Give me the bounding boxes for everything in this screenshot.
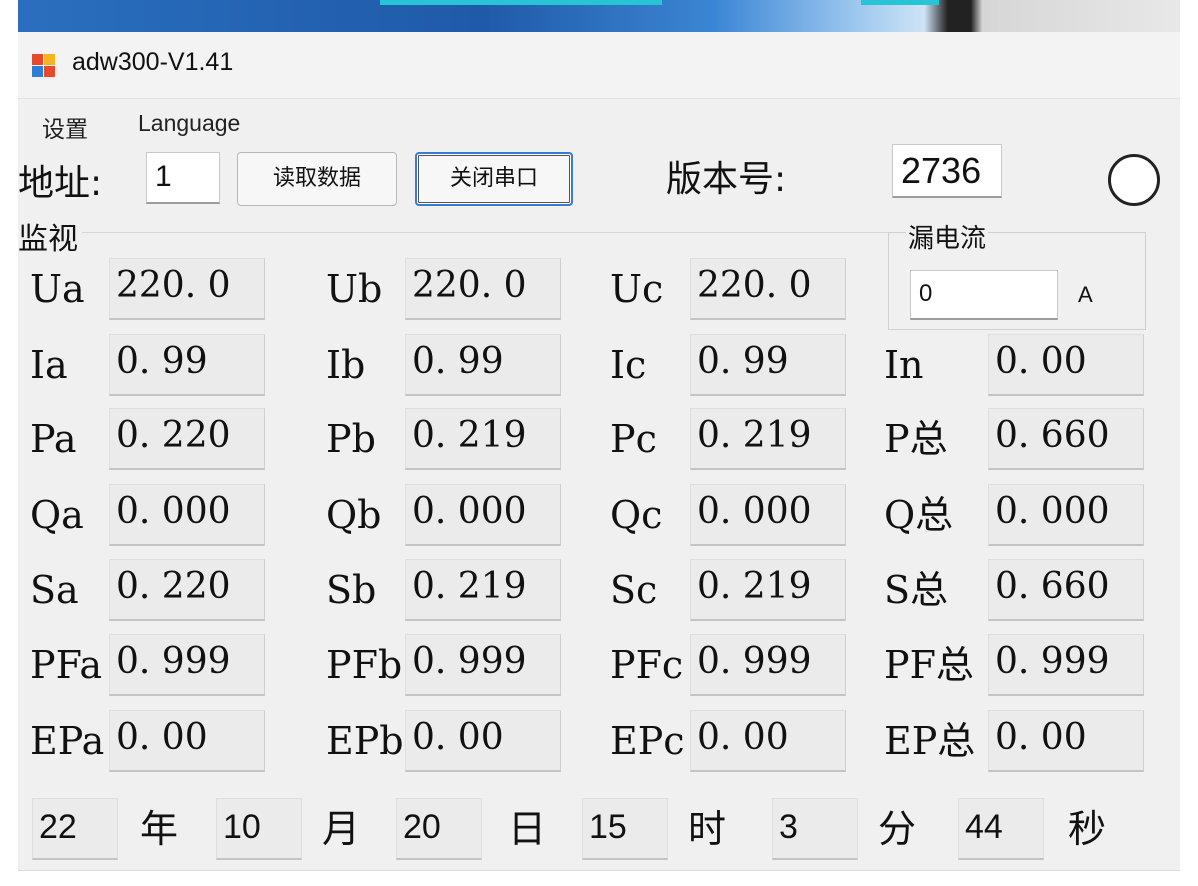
metric-value-field[interactable]: 0. 219 — [690, 559, 846, 621]
taskbar-highlight — [861, 0, 939, 5]
version-field: 2736 — [892, 144, 1002, 198]
metric-value-field[interactable]: 0. 000 — [988, 484, 1144, 546]
metric-value-field[interactable]: 0. 00 — [109, 710, 265, 772]
metric-value-field[interactable]: 220. 0 — [109, 258, 265, 320]
window-title: adw300-V1.41 — [72, 48, 234, 76]
metric-label: Ua — [30, 267, 85, 311]
version-label: 版本号: — [666, 159, 787, 200]
metric-label: EPc — [610, 719, 685, 763]
metric-value-field[interactable]: 0. 000 — [405, 484, 561, 546]
metric-value-field[interactable]: 0. 660 — [988, 559, 1144, 621]
datetime-field[interactable]: 3 — [772, 798, 858, 860]
metric-label: PF总 — [884, 643, 974, 687]
datetime-field[interactable]: 22 — [32, 798, 118, 860]
datetime-unit-label: 秒 — [1068, 807, 1107, 851]
datetime-field[interactable]: 15 — [582, 798, 668, 860]
metric-value-field[interactable]: 220. 0 — [405, 258, 561, 320]
metric-label: Qc — [610, 493, 663, 537]
metric-value-field[interactable]: 0. 999 — [405, 634, 561, 696]
metric-label: Ic — [610, 343, 647, 387]
taskbar-strip — [18, 0, 1180, 32]
metric-label: Qb — [326, 493, 382, 537]
menu-settings[interactable]: 设置 — [42, 110, 88, 144]
metric-value-field[interactable]: 0. 219 — [405, 559, 561, 621]
metric-value-field[interactable]: 0. 99 — [690, 334, 846, 396]
metric-value-field[interactable]: 0. 999 — [690, 634, 846, 696]
metric-label: Ib — [326, 343, 366, 387]
metric-label: Pc — [610, 417, 657, 461]
leakage-unit: A — [1078, 282, 1093, 307]
monitor-group-title: 监视 — [18, 214, 82, 258]
metric-label: PFb — [326, 643, 403, 687]
metric-value-field[interactable]: 0. 220 — [109, 408, 265, 470]
monitor-group-border — [18, 232, 892, 233]
metric-value-field[interactable]: 0. 219 — [405, 408, 561, 470]
metric-label: EP总 — [884, 719, 976, 763]
leakage-input[interactable]: 0 — [910, 270, 1058, 320]
status-indicator — [1108, 154, 1160, 206]
read-data-button[interactable]: 读取数据 — [237, 152, 397, 206]
metric-value-field[interactable]: 0. 00 — [690, 710, 846, 772]
metric-label: Sb — [326, 568, 377, 612]
taskbar-highlight — [380, 0, 662, 5]
metric-label: In — [884, 343, 924, 387]
address-input[interactable]: 1 — [146, 152, 220, 204]
metric-label: Ub — [326, 267, 383, 311]
metric-label: PFc — [610, 643, 684, 687]
datetime-unit-label: 时 — [688, 807, 727, 851]
metric-value-field[interactable]: 0. 00 — [988, 710, 1144, 772]
metric-label: Sa — [30, 568, 79, 612]
datetime-field[interactable]: 10 — [216, 798, 302, 860]
datetime-unit-label: 月 — [322, 807, 361, 851]
metric-label: P总 — [884, 417, 948, 461]
datetime-unit-label: 分 — [878, 807, 917, 851]
metric-value-field[interactable]: 0. 660 — [988, 408, 1144, 470]
metric-value-field[interactable]: 0. 000 — [690, 484, 846, 546]
datetime-field[interactable]: 20 — [396, 798, 482, 860]
metric-label: EPb — [326, 719, 404, 763]
metric-value-field[interactable]: 0. 999 — [988, 634, 1144, 696]
menu-language[interactable]: Language — [138, 110, 240, 137]
metric-value-field[interactable]: 0. 99 — [109, 334, 265, 396]
close-port-button[interactable]: 关闭串口 — [415, 152, 573, 206]
metric-label: Pa — [30, 417, 77, 461]
metric-label: Ia — [30, 343, 68, 387]
metric-label: S总 — [884, 568, 949, 612]
datetime-field[interactable]: 44 — [958, 798, 1044, 860]
datetime-unit-label: 年 — [140, 807, 179, 851]
metric-value-field[interactable]: 0. 999 — [109, 634, 265, 696]
app-icon — [30, 52, 58, 80]
metric-value-field[interactable]: 0. 219 — [690, 408, 846, 470]
metric-value-field[interactable]: 0. 99 — [405, 334, 561, 396]
metric-label: PFa — [30, 643, 103, 687]
address-label: 地址: — [18, 163, 103, 204]
metric-label: Q总 — [884, 493, 954, 537]
metric-label: Pb — [326, 417, 376, 461]
datetime-unit-label: 日 — [508, 807, 547, 851]
metric-value-field[interactable]: 220. 0 — [690, 258, 846, 320]
metric-label: EPa — [30, 719, 105, 763]
metric-value-field[interactable]: 0. 00 — [988, 334, 1144, 396]
metric-label: Qa — [30, 493, 84, 537]
metric-value-field[interactable]: 0. 000 — [109, 484, 265, 546]
metric-label: Sc — [610, 568, 658, 612]
metric-value-field[interactable]: 0. 00 — [405, 710, 561, 772]
metric-value-field[interactable]: 0. 220 — [109, 559, 265, 621]
leakage-title: 漏电流 — [906, 218, 989, 255]
metric-label: Uc — [610, 267, 664, 311]
